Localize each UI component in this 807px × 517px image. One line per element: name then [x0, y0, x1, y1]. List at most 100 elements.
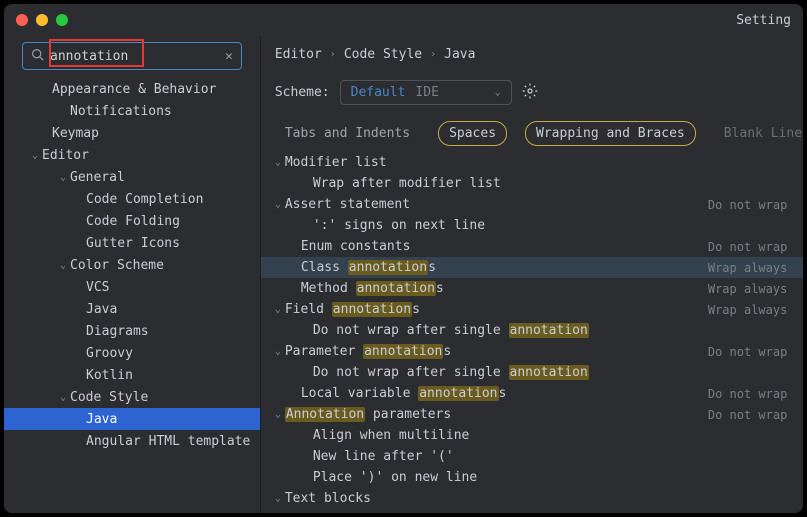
- sidebar-item[interactable]: Java: [4, 298, 260, 320]
- sidebar-item[interactable]: ⌄General: [4, 166, 260, 188]
- scheme-label: Scheme:: [275, 85, 330, 100]
- option-row[interactable]: ⌄Parameter annotationsDo not wrap: [261, 341, 803, 362]
- search-icon: [31, 48, 44, 64]
- sidebar-item[interactable]: Diagrams: [4, 320, 260, 342]
- main-pane: ✕ Appearance & Behavior Notifications Keym…: [4, 36, 803, 513]
- search-input[interactable]: [50, 49, 219, 64]
- option-label: New line after '(': [313, 449, 702, 464]
- option-status: Wrap always: [702, 282, 803, 296]
- option-status: Do not wrap: [702, 387, 803, 401]
- maximize-icon[interactable]: [56, 14, 68, 26]
- sidebar-item-label: Code Folding: [86, 214, 180, 229]
- option-row[interactable]: Wrap after modifier list: [261, 173, 803, 194]
- sidebar-item[interactable]: Appearance & Behavior: [4, 78, 260, 100]
- option-row[interactable]: ⌄Field annotationsWrap always: [261, 299, 803, 320]
- scheme-row: Scheme: Default IDE ⌄: [261, 72, 803, 121]
- sidebar-item[interactable]: Keymap: [4, 122, 260, 144]
- tab[interactable]: Wrapping and Braces: [525, 121, 696, 146]
- clear-search-icon[interactable]: ✕: [225, 49, 233, 64]
- chevron-right-icon: ›: [330, 49, 336, 60]
- option-status: Do not wrap: [702, 198, 803, 212]
- chevron-down-icon: ⌄: [56, 172, 70, 183]
- option-status: Do not wrap: [702, 240, 803, 254]
- sidebar-item[interactable]: Code Folding: [4, 210, 260, 232]
- sidebar-item-label: VCS: [86, 280, 109, 295]
- option-status: Wrap always: [702, 303, 803, 317]
- sidebar-item-label: Groovy: [86, 346, 133, 361]
- sidebar-item-label: Angular HTML template: [86, 434, 250, 449]
- option-label: Class annotations: [301, 260, 702, 275]
- chevron-down-icon: ⌄: [495, 87, 501, 98]
- option-row[interactable]: Class annotationsWrap always: [261, 257, 803, 278]
- chevron-down-icon: ⌄: [271, 346, 285, 357]
- sidebar-item[interactable]: Kotlin: [4, 364, 260, 386]
- sidebar-item-label: Notifications: [70, 104, 172, 119]
- sidebar-item[interactable]: Code Completion: [4, 188, 260, 210]
- option-label: Do not wrap after single annotation: [313, 365, 702, 380]
- chevron-down-icon: ⌄: [271, 493, 285, 504]
- option-label: Wrap after modifier list: [313, 176, 702, 191]
- chevron-down-icon: ⌄: [28, 150, 42, 161]
- scheme-scope: IDE: [415, 85, 438, 100]
- minimize-icon[interactable]: [36, 14, 48, 26]
- search-input-wrap[interactable]: ✕: [22, 42, 242, 70]
- settings-window: Setting ✕ Appearance & Behavior Notificat…: [4, 4, 803, 513]
- chevron-down-icon: ⌄: [56, 392, 70, 403]
- option-row[interactable]: ⌄Text blocks: [261, 488, 803, 509]
- sidebar-item[interactable]: VCS: [4, 276, 260, 298]
- option-label: Field annotations: [285, 302, 702, 317]
- option-row[interactable]: ⌄Modifier list: [261, 152, 803, 173]
- breadcrumb-item[interactable]: Java: [444, 47, 475, 62]
- sidebar-item-label: Java: [86, 302, 117, 317]
- option-row[interactable]: Enum constantsDo not wrap: [261, 236, 803, 257]
- sidebar: ✕ Appearance & Behavior Notifications Keym…: [4, 36, 261, 513]
- gear-icon[interactable]: [522, 83, 538, 103]
- option-label: Method annotations: [301, 281, 702, 296]
- sidebar-item[interactable]: ⌄Code Style: [4, 386, 260, 408]
- breadcrumb-item[interactable]: Code Style: [344, 47, 422, 62]
- option-label: Parameter annotations: [285, 344, 702, 359]
- scheme-select[interactable]: Default IDE ⌄: [340, 80, 512, 105]
- option-label: Text blocks: [285, 491, 702, 506]
- option-row[interactable]: Place ')' on new line: [261, 467, 803, 488]
- window-title: Setting: [736, 13, 791, 28]
- tab[interactable]: Spaces: [438, 121, 507, 146]
- option-row[interactable]: New line after '(': [261, 446, 803, 467]
- option-row[interactable]: Do not wrap after single annotation: [261, 362, 803, 383]
- sidebar-item-label: Gutter Icons: [86, 236, 180, 251]
- tab-bar: Tabs and Indents Spaces Wrapping and Brace…: [261, 121, 803, 152]
- sidebar-item[interactable]: Groovy: [4, 342, 260, 364]
- breadcrumb: Editor › Code Style › Java: [261, 36, 803, 72]
- chevron-down-icon: ⌄: [271, 157, 285, 168]
- sidebar-item-label: Diagrams: [86, 324, 149, 339]
- option-row[interactable]: ⌄Assert statementDo not wrap: [261, 194, 803, 215]
- sidebar-item[interactable]: ⌄Color Scheme: [4, 254, 260, 276]
- option-label: Modifier list: [285, 155, 702, 170]
- option-row[interactable]: Method annotationsWrap always: [261, 278, 803, 299]
- option-row[interactable]: Do not wrap after single annotation: [261, 320, 803, 341]
- sidebar-item[interactable]: Angular HTML template: [4, 430, 260, 452]
- traffic-lights: [16, 14, 68, 26]
- sidebar-item[interactable]: Gutter Icons: [4, 232, 260, 254]
- chevron-down-icon: ⌄: [271, 304, 285, 315]
- chevron-down-icon: ⌄: [271, 199, 285, 210]
- option-row[interactable]: Align when multiline: [261, 425, 803, 446]
- option-label: Place ')' on new line: [313, 470, 702, 485]
- option-row[interactable]: ':' signs on next line: [261, 215, 803, 236]
- sidebar-item[interactable]: Java: [4, 408, 260, 430]
- sidebar-item-label: General: [70, 170, 125, 185]
- sidebar-item-label: Appearance & Behavior: [52, 82, 216, 97]
- sidebar-item[interactable]: ⌄Editor: [4, 144, 260, 166]
- breadcrumb-item[interactable]: Editor: [275, 47, 322, 62]
- option-label: Local variable annotations: [301, 386, 702, 401]
- option-label: Assert statement: [285, 197, 702, 212]
- option-row[interactable]: ⌄Annotation parametersDo not wrap: [261, 404, 803, 425]
- sidebar-item[interactable]: Notifications: [4, 100, 260, 122]
- option-row[interactable]: Local variable annotationsDo not wrap: [261, 383, 803, 404]
- option-label: ':' signs on next line: [313, 218, 702, 233]
- tab[interactable]: Tabs and Indents: [275, 122, 420, 145]
- sidebar-item-label: Keymap: [52, 126, 99, 141]
- close-icon[interactable]: [16, 14, 28, 26]
- tab[interactable]: Blank Lines: [714, 122, 803, 145]
- chevron-down-icon: ⌄: [271, 409, 285, 420]
